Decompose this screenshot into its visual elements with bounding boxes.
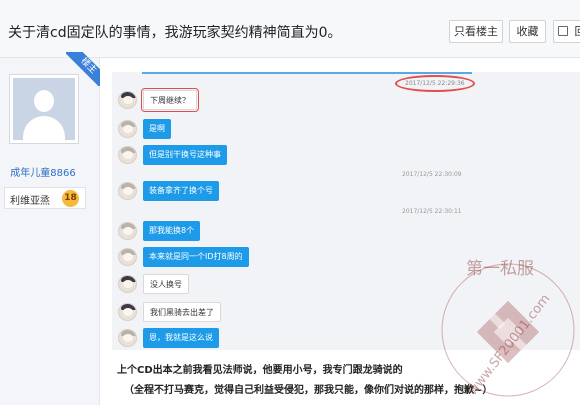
op-ribbon: 楼主 (66, 52, 100, 86)
contact-avatar-icon (118, 146, 137, 164)
level-badge: 18 (62, 190, 79, 207)
chat-timestamp: 2017/12/5 22:30:09 (402, 171, 462, 178)
post-body-line: 上个CD出本之前我看见法师说，他要用小号，我专门跟龙骑说的 (117, 365, 403, 376)
chat-bubble: 但是别干换号这种事 (143, 145, 227, 165)
chat-bubble: 那我能换8个 (143, 221, 201, 241)
user-panel: 楼主 成年儿童8866 利维亚烝 18 (0, 52, 100, 405)
op-ribbon-label: 楼主 (66, 52, 100, 86)
post-body-line: （全程不打马赛克，觉得自己利益受侵犯，那我只能，像你们对说的那样，抱歉~） (124, 385, 493, 396)
forum-post-page: 关于清cd固定队的事情，我游玩家契约精神简直为0。 只看楼主 收藏 回 楼主 成… (0, 0, 580, 405)
chat-bubble: 是啊 (143, 119, 171, 139)
only-op-button[interactable]: 只看楼主 (449, 20, 503, 43)
contact-avatar-icon (118, 182, 137, 200)
chat-bubble: 没人换号 (143, 274, 189, 294)
chat-bubble: 下周继续？ (141, 88, 199, 112)
contact-avatar-icon (118, 222, 137, 240)
reply-label: 回 (575, 25, 580, 38)
chat-bubble: 恩，我就是这么说 (143, 328, 219, 348)
contact-avatar-icon (118, 120, 137, 138)
post-header: 关于清cd固定队的事情，我游玩家契约精神简直为0。 只看楼主 收藏 回 (0, 0, 580, 58)
chat-screenshot-image: 2017/12/5 22:29:36 下周继续？ 是啊 但是别干换号这种事 20… (112, 72, 580, 350)
contact-avatar-icon (118, 91, 137, 109)
chat-bubble: 本来就是同一个ID打8周的 (143, 247, 249, 267)
default-avatar-icon (13, 78, 75, 140)
chat-bubble: 我们黑骑去出差了 (143, 302, 221, 322)
chat-timestamp: 2017/12/5 22:29:36 (395, 75, 475, 92)
contact-avatar-icon (118, 303, 137, 321)
reply-icon (558, 26, 568, 36)
favorite-button[interactable]: 收藏 (509, 20, 546, 43)
chat-top-divider (142, 72, 472, 74)
contact-avatar-icon (118, 329, 137, 347)
level-name: 利维亚烝 (10, 196, 50, 207)
contact-avatar-icon (118, 275, 137, 293)
user-level[interactable]: 利维亚烝 18 (4, 187, 86, 209)
post-title: 关于清cd固定队的事情，我游玩家契约精神简直为0。 (8, 25, 342, 41)
chat-timestamp: 2017/12/5 22:30:11 (402, 208, 462, 215)
username-link[interactable]: 成年儿童8866 (0, 164, 86, 179)
chat-bubble: 装备拿齐了换个号 (143, 181, 219, 201)
contact-avatar-icon (118, 248, 137, 266)
reply-button[interactable]: 回 (553, 20, 580, 43)
